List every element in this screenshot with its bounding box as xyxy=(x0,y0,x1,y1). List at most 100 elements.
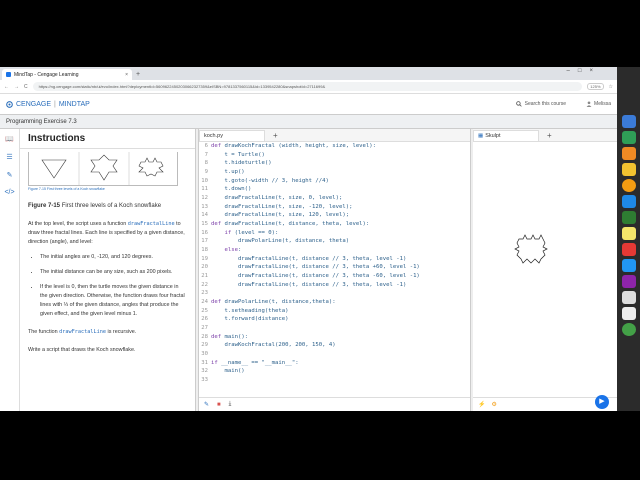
code-line[interactable]: 32 main() xyxy=(199,367,470,376)
rss-icon[interactable] xyxy=(621,147,636,160)
code-text: drawFractalLine(t, size, 120, level); xyxy=(211,212,350,219)
bookmark-star-icon[interactable]: ☆ xyxy=(609,84,613,90)
code-line[interactable]: 29 drawKochFractal(200, 200, 150, 4) xyxy=(199,341,470,350)
line-number: 28 xyxy=(201,333,208,340)
code-line[interactable]: 8 t.hideturtle() xyxy=(199,159,470,168)
app-icon-10[interactable] xyxy=(621,259,636,272)
brand-divider: | xyxy=(54,100,56,108)
code-line[interactable]: 16 if (level == 0): xyxy=(199,229,470,238)
grade-icon[interactable]: ✎ xyxy=(7,171,13,179)
code-line[interactable]: 21 drawFractalLine(t, distance // 3, the… xyxy=(199,272,470,281)
book-icon[interactable]: 📖 xyxy=(5,135,14,143)
forward-icon[interactable]: → xyxy=(14,84,19,90)
code-line[interactable]: 18 else: xyxy=(199,246,470,255)
app-icon-11[interactable] xyxy=(621,275,636,288)
new-tab-button[interactable]: + xyxy=(136,69,140,80)
tab-koch-py[interactable]: koch.py xyxy=(199,130,265,141)
code-area[interactable]: 6 def drawKochFractal (width, height, siz… xyxy=(199,142,470,397)
run-button[interactable]: ▶ xyxy=(595,395,609,409)
close-tab-icon[interactable]: × xyxy=(125,72,128,78)
app-icon-9[interactable] xyxy=(621,243,636,256)
code-line[interactable]: 10 t.goto(-width // 3, height //4) xyxy=(199,177,470,186)
app-icon-13[interactable] xyxy=(621,307,636,320)
editor-tabs: koch.py + xyxy=(199,129,470,142)
code-line[interactable]: 7 t = Turtle() xyxy=(199,151,470,160)
window-controls: – □ × xyxy=(567,68,593,74)
line-number: 18 xyxy=(201,247,208,254)
code-line[interactable]: 9 t.up() xyxy=(199,168,470,177)
delete-icon[interactable]: ■ xyxy=(217,402,221,408)
maximize-icon[interactable]: □ xyxy=(578,68,582,74)
inline-code: drawFractalLine xyxy=(59,329,107,335)
tab-skulpt[interactable]: ▦ Skulpt xyxy=(473,130,539,141)
app-icon-12[interactable] xyxy=(621,291,636,304)
notes-icon[interactable] xyxy=(621,227,636,240)
code-line[interactable]: 23 xyxy=(199,289,470,298)
add-file-button[interactable]: + xyxy=(273,130,278,141)
line-number: 12 xyxy=(201,195,208,202)
line-number: 27 xyxy=(201,325,208,332)
lightning-icon[interactable]: ⚡ xyxy=(478,401,485,408)
edit-icon[interactable]: ✎ xyxy=(204,401,209,408)
user-menu[interactable]: Melissa xyxy=(586,101,611,107)
browser-tab[interactable]: MindTap - Cengage Learning × xyxy=(2,69,132,80)
code-line[interactable]: 22 drawFractalLine(t, distance // 3, the… xyxy=(199,281,470,290)
line-number: 20 xyxy=(201,264,208,271)
code-line[interactable]: 11 t.down() xyxy=(199,185,470,194)
app-icon-6[interactable] xyxy=(621,195,636,208)
app-icon-7[interactable] xyxy=(621,211,636,224)
code-text: drawFractalLine(t, distance // 3, theta,… xyxy=(211,255,407,262)
minimize-icon[interactable]: – xyxy=(567,68,570,74)
line-number: 14 xyxy=(201,212,208,219)
app-icon-5[interactable] xyxy=(621,179,636,192)
code-line[interactable]: 13 drawFractalLine(t, size, -120, level)… xyxy=(199,203,470,212)
chrome-icon[interactable] xyxy=(621,323,636,336)
code-line[interactable]: 19 drawFractalLine(t, distance // 3, the… xyxy=(199,255,470,264)
settings-icon[interactable]: ⚙ xyxy=(491,401,496,408)
code-line[interactable]: 25 t.setheading(theta) xyxy=(199,307,470,316)
code-text: t.down() xyxy=(211,186,252,193)
address-bar: ← → C https://ng.cengage.com/static/nb/u… xyxy=(0,80,617,94)
code-line[interactable]: 6 def drawKochFractal (width, height, siz… xyxy=(199,142,470,151)
code-text: if __name__ == "__main__": xyxy=(211,359,299,366)
code-line[interactable]: 17 drawPolarLine(t, distance, theta) xyxy=(199,237,470,246)
zoom-indicator[interactable]: 125% xyxy=(587,83,604,90)
code-line[interactable]: 15 def drawFractalLine(t, distance, theta… xyxy=(199,220,470,229)
code-icon[interactable]: </> xyxy=(4,189,14,196)
code-line[interactable]: 31 if __name__ == "__main__": xyxy=(199,359,470,368)
code-line[interactable]: 33 xyxy=(199,376,470,385)
code-line[interactable]: 20 drawFractalLine(t, distance // 3, the… xyxy=(199,263,470,272)
koch-figure xyxy=(28,152,178,186)
download-icon[interactable]: ⤓ xyxy=(229,401,232,408)
close-window-icon[interactable]: × xyxy=(589,68,593,74)
code-text: t.hideturtle() xyxy=(211,160,272,167)
app-icon-2[interactable] xyxy=(621,131,636,144)
code-line[interactable]: 28 def main(): xyxy=(199,333,470,342)
tasks-icon[interactable]: ☰ xyxy=(6,153,12,161)
code-line[interactable]: 30 xyxy=(199,350,470,359)
code-line[interactable]: 14 drawFractalLine(t, size, 120, level); xyxy=(199,211,470,220)
code-line[interactable]: 12 drawFractalLine(t, size, 0, level); xyxy=(199,194,470,203)
app-icon-1[interactable] xyxy=(621,115,636,128)
code-line[interactable]: 24 def drawPolarLine(t, distance,theta): xyxy=(199,298,470,307)
inline-code: drawFractalLine xyxy=(127,221,175,227)
reload-icon[interactable]: C xyxy=(24,84,28,90)
add-output-button[interactable]: + xyxy=(547,130,552,141)
code-text: drawKochFractal(200, 200, 150, 4) xyxy=(211,342,336,349)
paragraph-text: is recursive. xyxy=(107,329,137,335)
brand-logo[interactable]: CENGAGE | MINDTAP xyxy=(6,101,90,108)
line-number: 9 xyxy=(204,169,208,176)
code-line[interactable]: 26 t.forward(distance) xyxy=(199,315,470,324)
line-number: 13 xyxy=(201,203,208,210)
koch-snowflake-drawing xyxy=(514,234,548,264)
workspace: 📖 ☰ ✎ </> Instructions Figure 7-15 First… xyxy=(0,129,617,411)
url-input[interactable]: https://ng.cengage.com/static/nb/ui/evo/… xyxy=(32,82,583,91)
back-icon[interactable]: ← xyxy=(4,84,9,90)
code-text: if (level == 0): xyxy=(224,229,279,236)
course-search[interactable]: Search this course xyxy=(515,101,566,107)
code-text: t.goto(-width // 3, height //4) xyxy=(211,177,329,184)
code-text: drawPolarLine(t, distance, theta) xyxy=(211,238,350,245)
code-text: t.setheading(theta) xyxy=(211,307,289,314)
dictionary-icon[interactable] xyxy=(621,163,636,176)
code-line[interactable]: 27 xyxy=(199,324,470,333)
